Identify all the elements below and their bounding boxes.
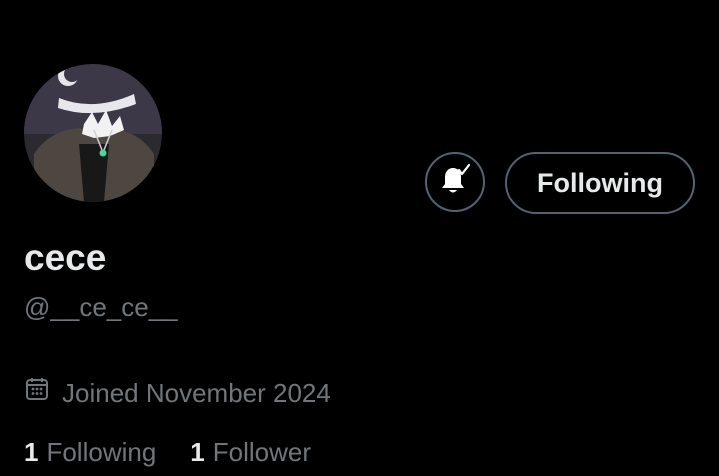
user-handle: @__ce_ce__ <box>24 292 178 322</box>
following-label: Following <box>46 437 157 467</box>
following-button[interactable]: Following <box>505 152 695 214</box>
following-count-link[interactable]: 1 Following <box>24 436 156 468</box>
bell-check-icon <box>438 163 472 202</box>
calendar-icon <box>24 376 50 409</box>
profile-stats: 1 Following 1 Follower <box>24 436 311 468</box>
joined-text: Joined November 2024 <box>62 377 331 408</box>
notifications-button[interactable] <box>425 152 485 212</box>
followers-count-link[interactable]: 1 Follower <box>190 436 311 468</box>
followers-count: 1 <box>190 437 205 467</box>
following-count: 1 <box>24 437 39 467</box>
profile-avatar[interactable] <box>24 64 162 202</box>
display-name: cece <box>24 237 107 278</box>
followers-label: Follower <box>212 437 312 467</box>
joined-date: Joined November 2024 <box>24 376 331 409</box>
